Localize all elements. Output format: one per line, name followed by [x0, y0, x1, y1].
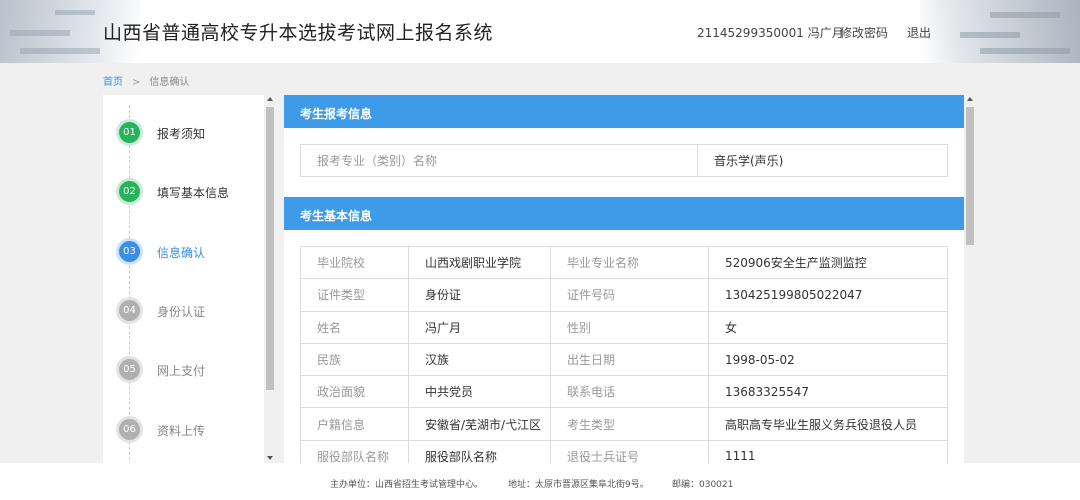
field-value: 服役部队名称 [408, 439, 551, 463]
user-info: 21145299350001 冯广月 [697, 26, 844, 40]
footer-organizer: 主办单位：山西省招生考试管理中心。 [330, 480, 484, 490]
table-row: 民族 汉族 出生日期 1998-05-02 [300, 342, 948, 377]
step-number: 06 [119, 419, 140, 440]
breadcrumb-current: 信息确认 [149, 77, 190, 88]
field-value: 130425199805022047 [708, 278, 948, 312]
table-row: 报考专业（类别）名称 音乐学(声乐) [300, 143, 948, 178]
field-label: 毕业院校 [300, 245, 409, 280]
field-value: 音乐学(声乐) [697, 143, 948, 178]
field-value: 安徽省/芜湖市/弋江区 [408, 407, 551, 441]
step-number: 03 [119, 241, 140, 262]
field-value: 冯广月 [408, 310, 551, 344]
field-value: 汉族 [408, 342, 551, 377]
section-header-basic: 考生基本信息 [284, 197, 964, 230]
table-row: 毕业院校 山西戏剧职业学院 毕业专业名称 520906安全生产监测监控 [300, 245, 948, 280]
field-label: 联系电话 [550, 375, 709, 409]
table-row: 政治面貌 中共党员 联系电话 13683325547 [300, 375, 948, 409]
field-label: 出生日期 [550, 342, 709, 377]
steps-sidebar: 01 报考须知 02 填写基本信息 03 信息确认 04 身份认证 05 网上支… [103, 95, 276, 463]
field-label: 姓名 [300, 310, 409, 344]
step-label: 身份认证 [157, 305, 206, 319]
main-panel: 考生报考信息 报考专业（类别）名称 音乐学(声乐) 考生基本信息 毕业院校 山西… [284, 95, 964, 463]
step-4[interactable]: 04 身份认证 [119, 300, 259, 322]
breadcrumb: 首页 > 信息确认 [103, 73, 189, 88]
breadcrumb-home[interactable]: 首页 [103, 77, 123, 88]
field-label: 考生类型 [550, 407, 709, 441]
field-label: 报考专业（类别）名称 [300, 143, 698, 178]
application-info-table: 报考专业（类别）名称 音乐学(声乐) [300, 143, 948, 178]
breadcrumb-separator: > [132, 77, 141, 88]
step-label: 资料上传 [157, 424, 206, 438]
field-label: 户籍信息 [300, 407, 409, 441]
steps-connector [129, 105, 130, 463]
change-password-link[interactable]: 修改密码 [840, 24, 888, 41]
footer: 主办单位：山西省招生考试管理中心。 地址：太原市晋源区集阜北街9号。 邮编：03… [0, 463, 1080, 500]
step-number: 04 [119, 300, 140, 321]
field-value: 13683325547 [708, 375, 948, 409]
step-label: 填写基本信息 [157, 186, 230, 200]
field-label: 证件号码 [550, 278, 709, 312]
field-label: 性别 [550, 310, 709, 344]
header-photo-right [920, 0, 1080, 63]
table-row: 服役部队名称 服役部队名称 退役士兵证号 1111 [300, 439, 948, 463]
field-value: 1998-05-02 [708, 342, 948, 377]
step-2[interactable]: 02 填写基本信息 [119, 181, 259, 203]
field-label: 政治面貌 [300, 375, 409, 409]
step-label: 报考须知 [157, 127, 206, 141]
field-label: 服役部队名称 [300, 439, 409, 463]
step-number: 05 [119, 359, 140, 380]
field-value: 1111 [708, 439, 948, 463]
step-label: 网上支付 [157, 364, 206, 378]
table-row: 户籍信息 安徽省/芜湖市/弋江区 考生类型 高职高专毕业生服义务兵役退役人员 [300, 407, 948, 441]
footer-postcode: 邮编：030021 [672, 480, 734, 490]
scroll-down-icon[interactable] [267, 456, 273, 460]
section-header-application: 考生报考信息 [284, 95, 964, 128]
step-3[interactable]: 03 信息确认 [119, 241, 259, 263]
step-6[interactable]: 06 资料上传 [119, 419, 259, 441]
header: 山西省普通高校专升本选拔考试网上报名系统 21145299350001 冯广月 … [0, 0, 1080, 63]
scrollbar-thumb[interactable] [966, 107, 974, 245]
field-value: 女 [708, 310, 948, 344]
field-value: 身份证 [408, 278, 551, 312]
table-row: 证件类型 身份证 证件号码 130425199805022047 [300, 278, 948, 312]
table-row: 姓名 冯广月 性别 女 [300, 310, 948, 344]
step-label: 信息确认 [157, 246, 206, 260]
field-value: 520906安全生产监测监控 [708, 245, 948, 280]
field-label: 民族 [300, 342, 409, 377]
field-value: 高职高专毕业生服义务兵役退役人员 [708, 407, 948, 441]
field-value: 山西戏剧职业学院 [408, 245, 551, 280]
sidebar-scrollbar[interactable] [264, 95, 276, 463]
field-label: 毕业专业名称 [550, 245, 709, 280]
site-title: 山西省普通高校专升本选拔考试网上报名系统 [103, 22, 494, 44]
scroll-up-icon[interactable] [967, 97, 973, 101]
footer-address: 地址：太原市晋源区集阜北街9号。 [508, 480, 649, 490]
step-1[interactable]: 01 报考须知 [119, 122, 259, 144]
step-5[interactable]: 05 网上支付 [119, 359, 259, 381]
logout-link[interactable]: 退出 [907, 24, 931, 41]
step-number: 02 [119, 181, 140, 202]
scroll-up-icon[interactable] [267, 97, 273, 101]
field-label: 退役士兵证号 [550, 439, 709, 463]
step-number: 01 [119, 122, 140, 143]
scrollbar-thumb[interactable] [266, 107, 274, 390]
main-scrollbar[interactable] [964, 95, 976, 463]
basic-info-table: 毕业院校 山西戏剧职业学院 毕业专业名称 520906安全生产监测监控 证件类型… [300, 245, 948, 463]
field-value: 中共党员 [408, 375, 551, 409]
field-label: 证件类型 [300, 278, 409, 312]
